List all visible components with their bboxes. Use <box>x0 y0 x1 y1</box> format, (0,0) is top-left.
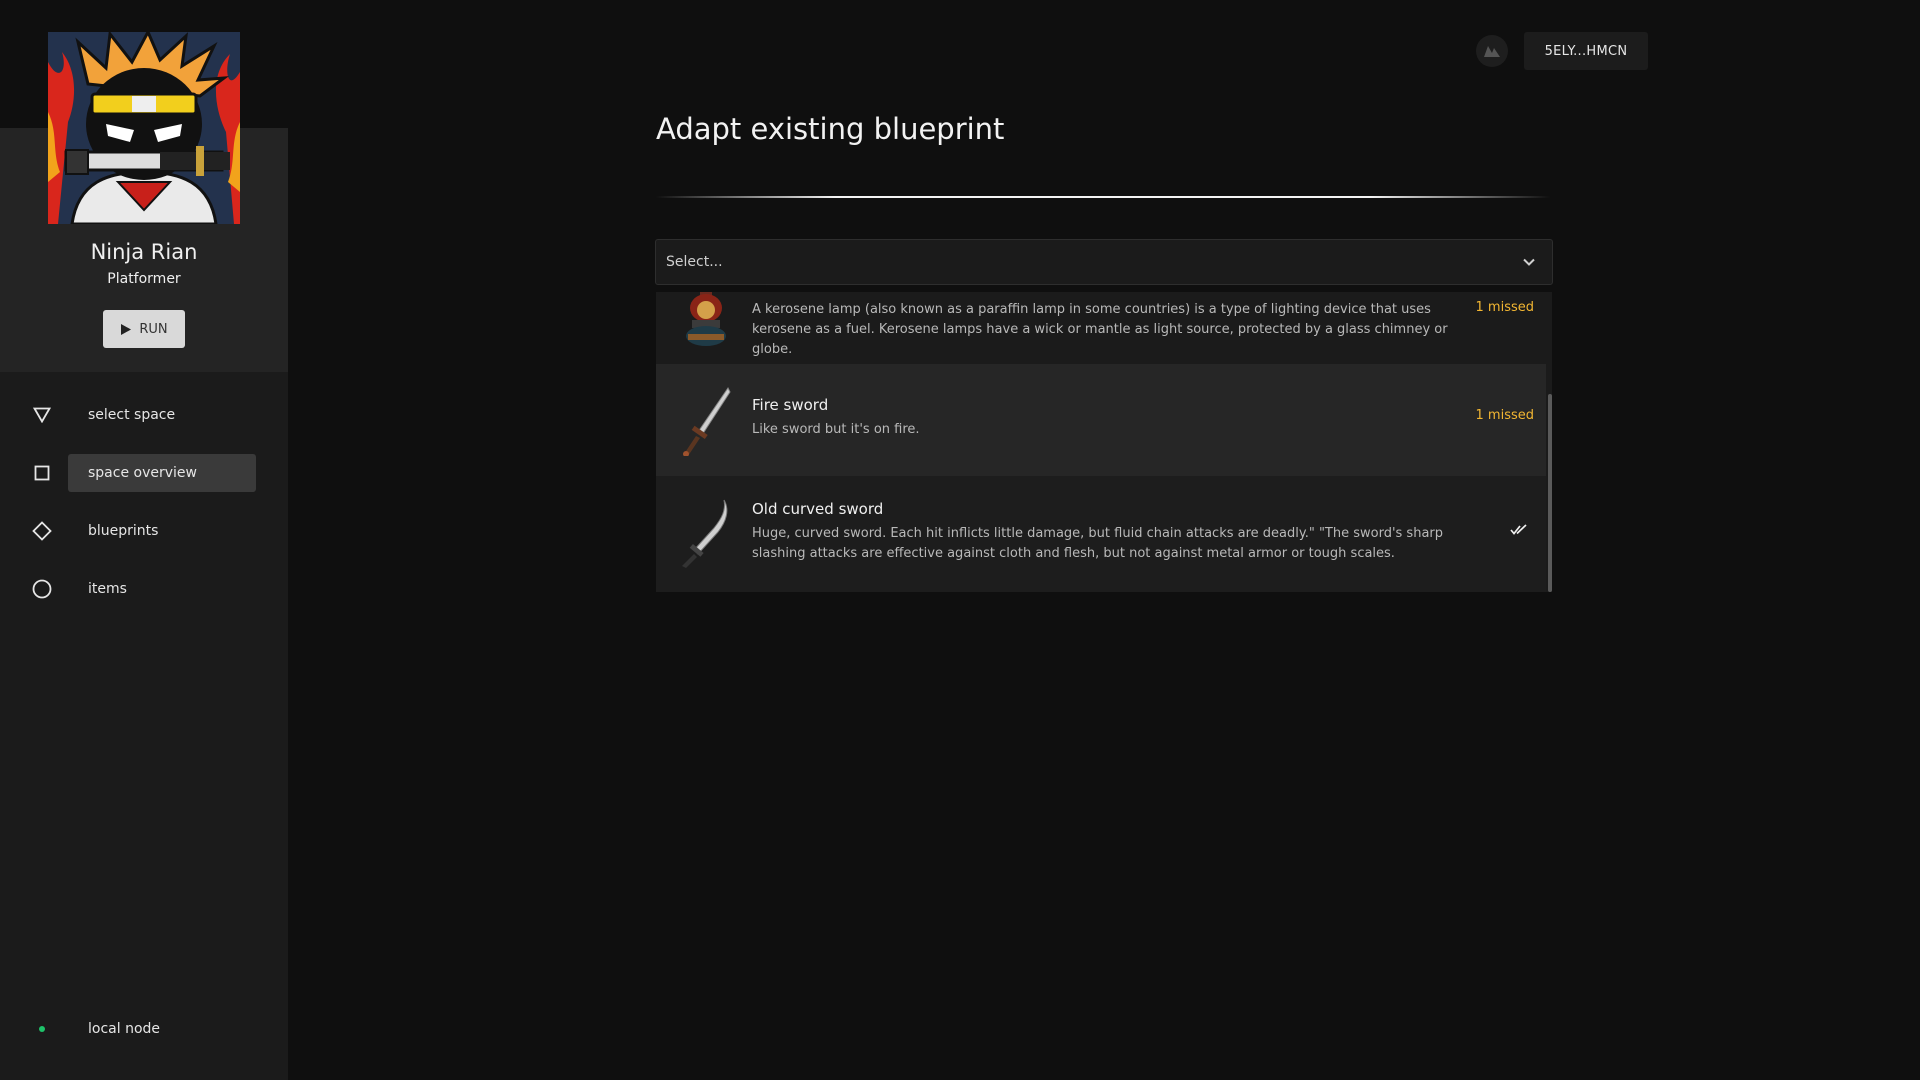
space-genre: Platformer <box>107 271 181 287</box>
blueprint-description: Like sword but it's on fire. <box>752 422 920 437</box>
sidebar-item-label: space overview <box>88 465 197 481</box>
wallet-avatar-icon[interactable] <box>1476 35 1508 67</box>
blueprint-description: A kerosene lamp (also known as a paraffi… <box>752 302 1448 357</box>
sidebar-item-blueprints[interactable]: blueprints <box>30 512 260 550</box>
node-label: local node <box>88 1021 161 1037</box>
triangle-down-icon <box>30 403 54 427</box>
space-avatar <box>48 32 240 224</box>
double-check-icon <box>1510 524 1527 535</box>
sidebar-item-space-overview[interactable]: space overview <box>30 454 260 492</box>
sidebar-item-select-space[interactable]: select space <box>30 396 260 434</box>
square-icon <box>30 461 54 485</box>
play-icon <box>121 323 132 335</box>
missed-status: 1 missed <box>1475 408 1534 423</box>
run-button[interactable]: RUN <box>103 310 185 348</box>
wallet-account-button[interactable]: 5ELY...HMCN <box>1524 32 1648 70</box>
blueprint-list[interactable]: A kerosene lamp (also known as a paraffi… <box>656 292 1552 592</box>
blueprint-name: Fire sword <box>752 396 829 414</box>
list-item[interactable]: Fire sword Like sword but it's on fire. … <box>656 364 1546 476</box>
curved-sword-icon <box>682 499 728 568</box>
sidebar-item-label: blueprints <box>88 523 159 539</box>
blueprint-name: Old curved sword <box>752 500 884 518</box>
list-item[interactable]: Old curved sword Huge, curved sword. Eac… <box>656 476 1546 592</box>
chevron-down-icon <box>1523 258 1535 266</box>
node-status: local node <box>30 1018 160 1040</box>
list-scrollbar[interactable] <box>1548 394 1552 592</box>
page-title: Adapt existing blueprint <box>656 112 1005 146</box>
fire-sword-icon <box>683 387 731 456</box>
missed-status: 1 missed <box>1475 300 1534 315</box>
space-name: Ninja Rian <box>90 240 198 264</box>
sidebar-item-items[interactable]: items <box>30 570 260 608</box>
diamond-icon <box>30 519 54 543</box>
ninja-avatar-image <box>48 32 240 224</box>
sidebar-item-label: select space <box>88 407 176 423</box>
kerosene-lamp-icon <box>686 292 726 346</box>
node-status-dot <box>39 1026 45 1032</box>
select-placeholder: Select... <box>666 254 723 270</box>
list-item[interactable]: A kerosene lamp (also known as a paraffi… <box>656 292 1546 364</box>
title-divider <box>656 196 1550 198</box>
blueprint-select[interactable]: Select... <box>655 239 1553 285</box>
sidebar: Ninja Rian Platformer RUN select space s… <box>0 0 288 1080</box>
circle-icon <box>30 577 54 601</box>
run-button-label: RUN <box>139 321 168 337</box>
blueprint-description: Huge, curved sword. Each hit inflicts li… <box>752 526 1444 561</box>
sidebar-item-label: items <box>88 581 127 597</box>
